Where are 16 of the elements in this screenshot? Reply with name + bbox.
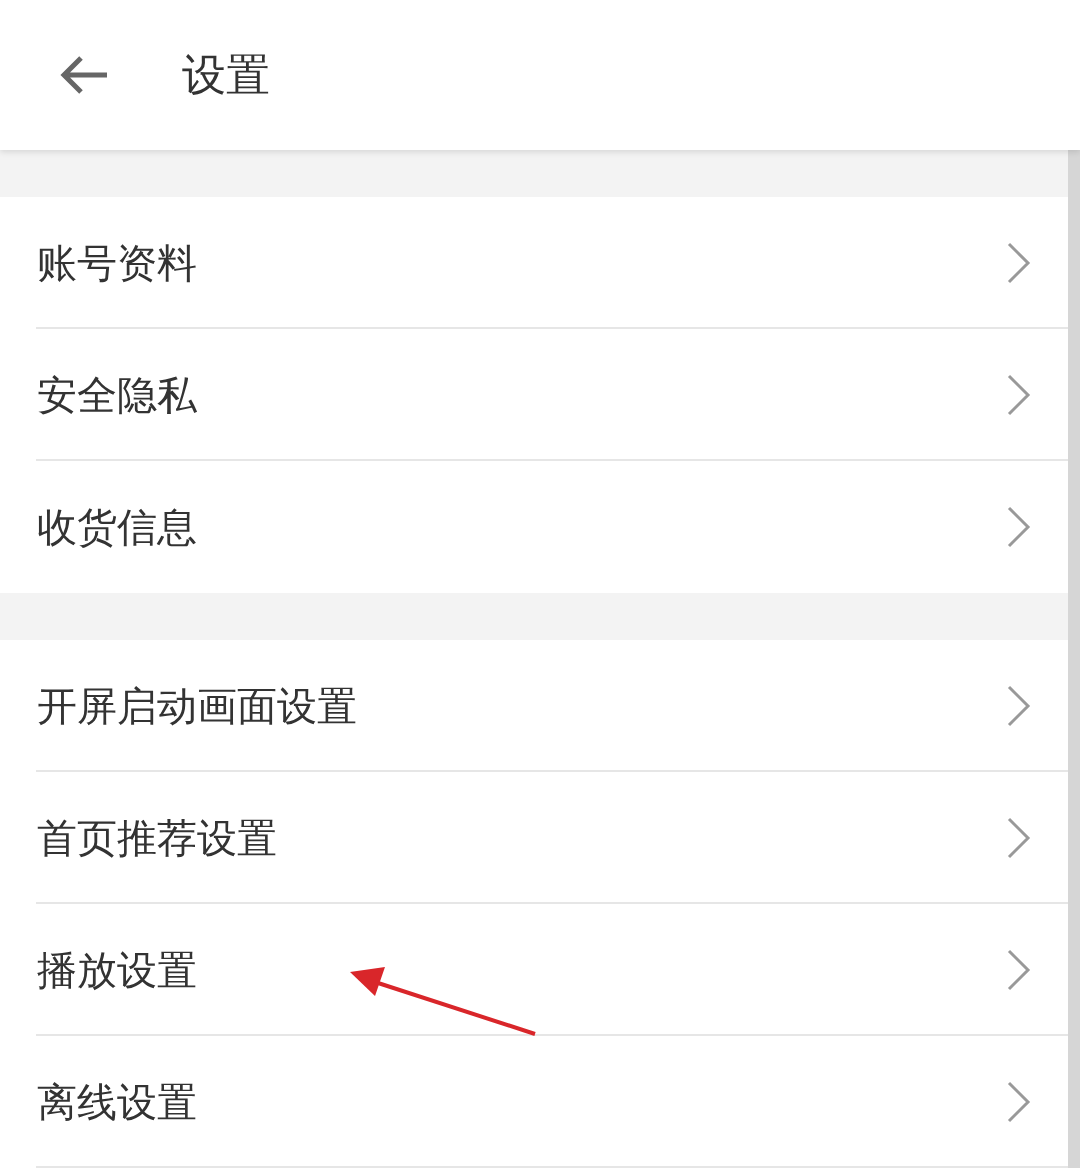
chevron-right-icon [1006, 241, 1032, 285]
row-label: 收货信息 [37, 502, 198, 552]
row-label: 开屏启动画面设置 [37, 681, 358, 731]
row-label: 首页推荐设置 [37, 813, 278, 863]
chevron-right-icon [1006, 816, 1032, 860]
chevron-right-icon [1006, 948, 1032, 992]
back-arrow-icon [59, 55, 109, 95]
row-label: 账号资料 [37, 238, 198, 288]
chevron-right-icon [1006, 505, 1032, 549]
chevron-right-icon [1006, 373, 1032, 417]
chevron-right-icon [1006, 1080, 1032, 1124]
row-label: 安全隐私 [37, 370, 198, 420]
row-label: 播放设置 [37, 945, 198, 995]
row-label: 离线设置 [37, 1077, 198, 1127]
chevron-right-icon [1006, 684, 1032, 728]
page-title: 设置 [182, 47, 270, 102]
